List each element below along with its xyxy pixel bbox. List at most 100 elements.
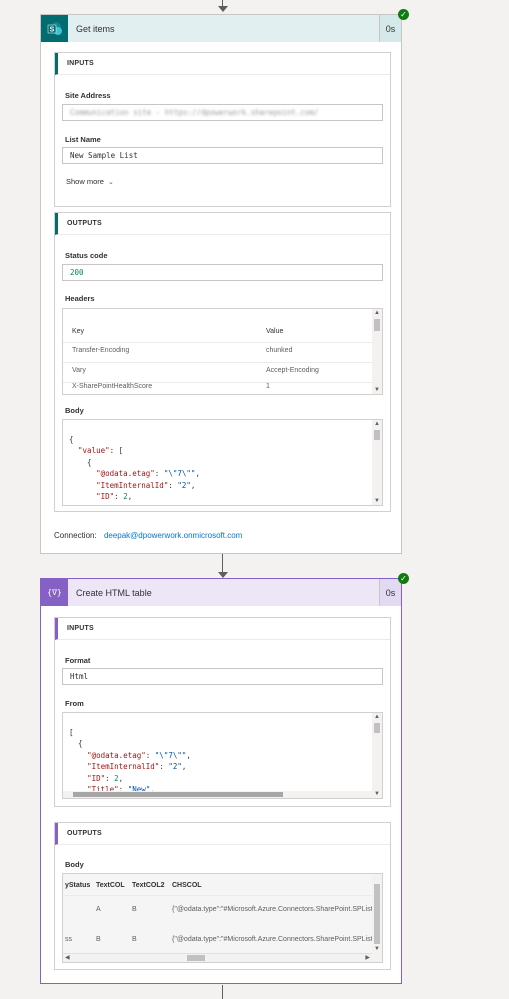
connector-arrow-middle	[222, 554, 223, 574]
output-table-box[interactable]: yStatus TextCOL TextCOL2 CHSCOL A B {"@o…	[62, 873, 383, 963]
outputs-section-title: OUTPUTS	[55, 213, 390, 235]
status-code-field: 200	[62, 264, 383, 281]
col-header: yStatus	[65, 882, 91, 889]
svg-text:S: S	[49, 26, 54, 33]
from-label: From	[65, 699, 84, 708]
from-scrollbar[interactable]: ▲ ▼	[372, 713, 382, 798]
scroll-thumb[interactable]	[374, 430, 380, 440]
scroll-thumb[interactable]	[374, 723, 380, 733]
table-row: Vary Accept-Encoding	[63, 363, 372, 383]
headers-scrollbar[interactable]: ▲ ▼	[372, 309, 382, 394]
create-table-card: {∇} Create HTML table 0s INPUTS Format H…	[40, 578, 402, 984]
output-header-row: yStatus TextCOL TextCOL2 CHSCOL	[63, 878, 372, 896]
code-line: "ID": 2,	[96, 492, 133, 501]
code-line: "ItemInternalId": "2",	[96, 480, 196, 490]
headers-col-value: Value	[266, 328, 284, 335]
get-items-inputs-section: INPUTS Site Address Communication site -…	[54, 52, 391, 207]
scroll-down-icon[interactable]: ▼	[374, 498, 380, 504]
body-code: { "value": [ { "@odata.etag": "\"7\"", "…	[63, 420, 382, 506]
code-line: [	[69, 727, 74, 737]
chevron-down-icon: ⌄	[107, 178, 114, 186]
status-code-label: Status code	[65, 251, 108, 260]
headers-header-row: Key Value	[63, 323, 372, 343]
body-label: Body	[65, 406, 84, 415]
arrow-head-top	[218, 6, 228, 12]
status-code-value: 200	[70, 268, 84, 277]
cell: B	[132, 936, 137, 943]
show-more-button[interactable]: Show more ⌄	[66, 177, 114, 186]
header-value: 1	[266, 383, 270, 390]
sharepoint-icon: S	[41, 15, 68, 42]
horizontal-scrollbar[interactable]	[63, 791, 372, 798]
site-address-field: Communication site - https://dpowerwork.…	[62, 104, 383, 121]
data-operation-icon: {∇}	[41, 579, 68, 606]
scroll-thumb[interactable]	[374, 319, 380, 331]
cell: {"@odata.type":"#Microsoft.Azure.Connect…	[172, 906, 373, 913]
table-row: Transfer-Encoding chunked	[63, 343, 372, 363]
code-line: {	[69, 434, 74, 444]
scroll-thumb[interactable]	[187, 955, 205, 961]
connection-row: Connection: deepak@dpowerwork.onmicrosof…	[54, 531, 242, 540]
header-value: Accept-Encoding	[266, 367, 319, 374]
code-line: "Title": "New",	[69, 503, 382, 506]
connection-link[interactable]: deepak@dpowerwork.onmicrosoft.com	[104, 531, 242, 540]
connector-arrow-bottom	[222, 985, 223, 999]
body-code-box[interactable]: { "value": [ { "@odata.etag": "\"7\"", "…	[62, 419, 383, 506]
list-name-field: New Sample List	[62, 147, 383, 164]
scroll-down-icon[interactable]: ▼	[374, 791, 380, 797]
site-address-label: Site Address	[65, 91, 111, 100]
scroll-thumb[interactable]	[374, 884, 380, 944]
header-key: Transfer-Encoding	[72, 347, 130, 354]
scroll-right-icon[interactable]: ▶	[365, 954, 370, 961]
from-code-box[interactable]: [ { "@odata.etag": "\"7\"", "ItemInterna…	[62, 712, 383, 799]
col-header: TextCOL2	[132, 882, 165, 889]
scroll-up-icon[interactable]: ▲	[374, 310, 380, 316]
list-name-label: List Name	[65, 135, 101, 144]
body-scrollbar[interactable]: ▲ ▼	[372, 420, 382, 505]
scroll-up-icon[interactable]: ▲	[374, 714, 380, 720]
scroll-down-icon[interactable]: ▼	[374, 387, 380, 393]
horizontal-scrollbar[interactable]: ◀ ▶	[63, 953, 372, 962]
headers-col-key: Key	[72, 328, 85, 335]
get-items-outputs-section: OUTPUTS Status code 200 Headers Key Valu…	[54, 212, 391, 512]
inputs-section-title: INPUTS	[55, 53, 390, 75]
cell: ss	[65, 936, 72, 943]
headers-label: Headers	[65, 294, 95, 303]
format-field: Html	[62, 668, 383, 685]
success-check-icon: ✓	[398, 9, 409, 20]
headers-table[interactable]: Key Value Transfer-Encoding chunked Vary…	[62, 308, 383, 395]
col-header: TextCOL	[96, 882, 125, 889]
create-table-duration: 0s	[379, 579, 401, 606]
code-line: "ID": 2,	[87, 773, 124, 783]
col-header: CHSCOL	[172, 882, 202, 889]
header-value: chunked	[266, 347, 293, 354]
success-check-icon: ✓	[398, 573, 409, 584]
get-items-header[interactable]: S Get items 0s	[41, 15, 401, 42]
body-label: Body	[65, 860, 84, 869]
get-items-title: Get items	[76, 23, 115, 34]
format-label: Format	[65, 656, 91, 665]
code-line: "value": [	[78, 446, 124, 455]
table-row: X-SharePointHealthScore 1	[63, 383, 372, 394]
code-line: "ItemInternalId": "2",	[87, 762, 187, 771]
header-key: Vary	[72, 367, 86, 374]
table-row: ss B B {"@odata.type":"#Microsoft.Azure.…	[63, 924, 373, 952]
outputs-section-title: OUTPUTS	[55, 823, 390, 845]
scroll-up-icon[interactable]: ▲	[374, 421, 380, 427]
scroll-down-icon[interactable]: ▼	[374, 946, 380, 952]
code-line: {	[69, 739, 83, 748]
cell: B	[96, 936, 101, 943]
inputs-section-title: INPUTS	[55, 618, 390, 640]
cell: A	[96, 906, 101, 913]
scroll-thumb[interactable]	[73, 792, 283, 797]
get-items-duration: 0s	[379, 15, 401, 42]
create-table-inputs-section: INPUTS Format Html From [ { "@odata.etag…	[54, 617, 391, 807]
output-table-scrollbar[interactable]: ▼	[372, 874, 382, 962]
create-table-title: Create HTML table	[76, 587, 152, 598]
get-items-card: S Get items 0s INPUTS Site Address Commu…	[40, 14, 402, 554]
cell: B	[132, 906, 137, 913]
scroll-left-icon[interactable]: ◀	[65, 954, 70, 961]
cell: {"@odata.type":"#Microsoft.Azure.Connect…	[172, 936, 373, 943]
show-more-label: Show more	[66, 177, 104, 186]
create-table-header[interactable]: {∇} Create HTML table 0s	[41, 579, 401, 606]
